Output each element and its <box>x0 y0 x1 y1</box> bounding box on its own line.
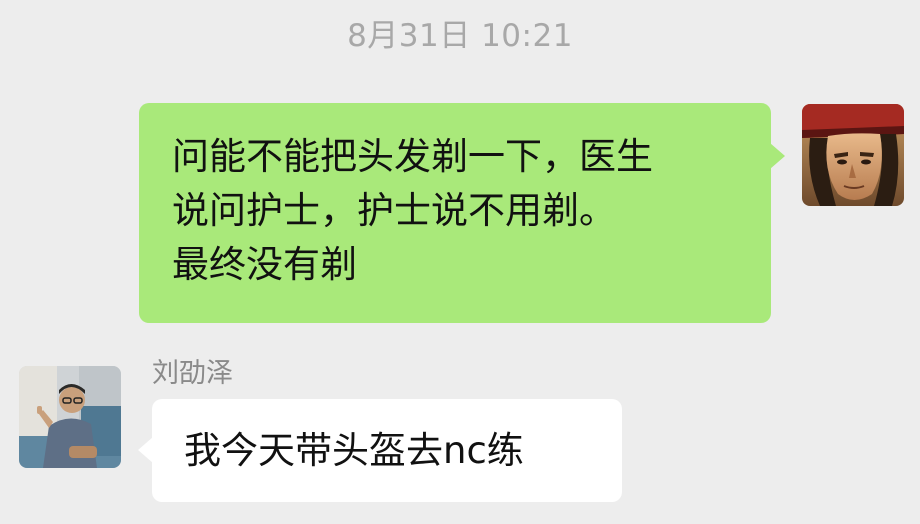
person-photo-avatar-icon <box>19 366 121 468</box>
message-timestamp: 8月31日 10:21 <box>347 18 573 54</box>
outgoing-message-bubble[interactable]: 问能不能把头发剃一下，医生 说问护士，护士说不用剃。 最终没有剃 <box>139 103 785 323</box>
message-text-line: 说问护士，护士说不用剃。 <box>172 189 616 232</box>
incoming-message-bubble[interactable]: 我今天带头盔去nc练 <box>138 399 622 502</box>
self-avatar[interactable] <box>802 104 904 206</box>
message-text-line: 问能不能把头发剃一下，医生 <box>172 135 653 178</box>
cartoon-pirate-avatar-icon <box>802 104 904 206</box>
message-text: 我今天带头盔去nc练 <box>184 429 524 472</box>
contact-avatar[interactable] <box>19 366 121 468</box>
message-text-line: 最终没有剃 <box>172 243 357 286</box>
sender-name: 刘劭泽 <box>152 358 233 389</box>
